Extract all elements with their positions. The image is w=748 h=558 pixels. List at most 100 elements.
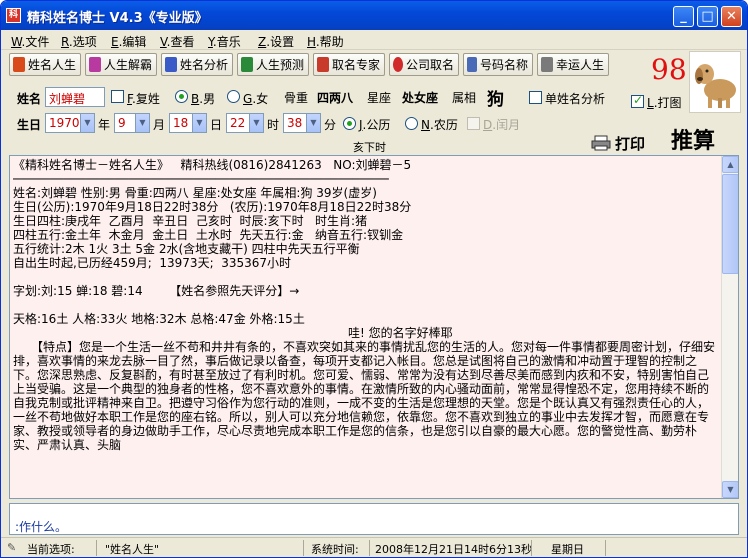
maximize-button[interactable]: □ — [697, 6, 718, 27]
menu-file[interactable]: W.文件 — [11, 33, 49, 50]
lucky-life-icon — [541, 57, 553, 72]
leap-month-checkbox[interactable] — [467, 117, 480, 130]
status-time-value: 2008年12月21日14时6分13秒 — [375, 543, 532, 556]
status-pen-icon: ✎ — [7, 541, 17, 554]
star-sign-label: 星座 — [367, 91, 392, 105]
lunar-calendar-radio[interactable] — [405, 117, 418, 130]
male-label: B.男 — [191, 92, 216, 106]
name-analysis-icon — [165, 57, 177, 72]
solar-calendar-radio[interactable] — [343, 117, 356, 130]
minimize-button[interactable]: _ — [673, 6, 694, 27]
day-select[interactable]: 18 ▼ — [169, 113, 207, 133]
name-life-icon — [13, 57, 25, 72]
title-bar[interactable]: 科 精科姓名博士 V4.3《专业版》 _ □ ✕ — [1, 1, 747, 30]
menu-edit[interactable]: E.编辑 — [111, 33, 146, 50]
menu-settings[interactable]: Z.设置 — [258, 33, 294, 50]
toolbar: 姓名人生 人生解霸 姓名分析 人生预测 取名专家 公司取名 号码名称 幸运人生 — [1, 51, 661, 79]
toolbar-life-forecast-button[interactable]: 人生预测 — [237, 53, 309, 76]
printer-icon — [591, 135, 611, 151]
notes-area[interactable]: :作什么。 — [9, 503, 739, 535]
chevron-down-icon: ▼ — [192, 114, 206, 132]
menu-view[interactable]: V.查看 — [160, 33, 195, 50]
menu-options[interactable]: R.选项 — [61, 33, 97, 50]
toolbar-lucky-life-button[interactable]: 幸运人生 — [537, 53, 609, 76]
company-naming-icon — [393, 57, 403, 72]
number-name-icon — [467, 57, 477, 72]
life-forecast-icon — [241, 57, 253, 72]
result-scrollbar[interactable]: ▲ ▼ — [721, 156, 738, 498]
status-current-label: 当前选项: — [27, 543, 75, 556]
dog-zodiac-image — [689, 51, 741, 113]
calculate-button[interactable]: 推算 — [671, 123, 715, 155]
bone-weight-label: 骨重 — [284, 91, 309, 105]
chevron-down-icon: ▼ — [135, 114, 149, 132]
print-button[interactable]: 打印 — [591, 133, 645, 154]
toolbar-naming-expert-button[interactable]: 取名专家 — [313, 53, 385, 76]
month-unit: 月 — [153, 118, 166, 132]
name-input[interactable]: 刘蝉碧 — [45, 87, 105, 107]
result-line: 姓名:刘蝉碧 性别:男 骨重:四两八 星座:处女座 年属相:狗 39岁(虚岁) — [13, 186, 377, 200]
status-time-label: 系统时间: — [311, 543, 359, 556]
hour-select[interactable]: 22 ▼ — [226, 113, 264, 133]
result-line: 自出生时起,已历经459月; 13973天; 335367小时 — [13, 256, 292, 270]
solar-calendar-label: J.公历 — [359, 118, 391, 132]
result-line: 四柱五行:金土年 木金月 金土日 土水时 先天五行:金 纳音五行:钗钏金 — [13, 228, 404, 242]
toolbar-name-analysis-button[interactable]: 姓名分析 — [161, 53, 233, 76]
dog-icon — [695, 64, 736, 108]
scroll-thumb[interactable] — [722, 174, 738, 274]
scroll-up-icon[interactable]: ▲ — [722, 156, 738, 173]
print-image-label: L.打图 — [647, 96, 682, 110]
status-divider — [96, 540, 97, 556]
lunar-calendar-label: N.农历 — [421, 118, 458, 132]
app-window: 科 精科姓名博士 V4.3《专业版》 _ □ ✕ W.文件 R.选项 E.编辑 … — [0, 0, 748, 558]
toolbar-company-naming-button[interactable]: 公司取名 — [389, 53, 459, 76]
month-select[interactable]: 9 ▼ — [114, 113, 150, 133]
toolbar-life-analysis-button[interactable]: 人生解霸 — [85, 53, 157, 76]
toolbar-name-life-button[interactable]: 姓名人生 — [9, 53, 81, 76]
hour-unit: 时 — [267, 118, 280, 132]
notes-text: :作什么。 — [15, 520, 68, 534]
zodiac-label: 属相 — [452, 91, 477, 105]
result-header: 《精科姓名博士－姓名人生》 精科热线(0816)2841263 NO:刘蝉碧－5 — [13, 158, 412, 172]
result-text: 《精科姓名博士－姓名人生》 精科热线(0816)2841263 NO:刘蝉碧－5… — [13, 158, 718, 452]
name-label: 姓名 — [17, 92, 42, 106]
status-divider — [369, 540, 370, 556]
single-name-analysis-label: 单姓名分析 — [545, 92, 606, 106]
print-image-checkbox[interactable] — [631, 93, 644, 108]
result-line: 生日四柱:庚戌年 乙酉月 辛丑日 己亥时 时辰:亥下时 时生肖:猪 — [13, 214, 368, 228]
male-radio[interactable] — [175, 90, 188, 103]
chevron-down-icon: ▼ — [80, 114, 94, 132]
minute-select[interactable]: 38 ▼ — [283, 113, 321, 133]
result-line: 天格:16土 人格:33火 地格:32木 总格:47金 外格:15土 — [13, 312, 305, 326]
status-divider — [303, 540, 304, 556]
close-button[interactable]: ✕ — [721, 6, 742, 27]
female-label: G.女 — [243, 92, 269, 106]
result-text-area[interactable]: 《精科姓名博士－姓名人生》 精科热线(0816)2841263 NO:刘蝉碧－5… — [9, 155, 739, 499]
chevron-down-icon: ▼ — [249, 114, 263, 132]
result-line: 字划:刘:15 蝉:18 碧:14 【姓名参照先天评分】→ — [13, 284, 300, 298]
result-line: 哇! 您的名字好棒耶 — [348, 326, 453, 340]
zodiac-value: 狗 — [487, 90, 504, 110]
fuxing-label: F.复姓 — [127, 92, 160, 106]
year-select[interactable]: 1970 ▼ — [45, 113, 95, 133]
result-line: 生日(公历):1970年9月18日22时38分 (农历):1970年8月18日2… — [13, 200, 412, 214]
toolbar-number-name-button[interactable]: 号码名称 — [463, 53, 533, 76]
result-line: 五行统计:2木 1火 3土 5金 2水(含地支藏干) 四柱中先天五行平衡 — [13, 242, 360, 256]
day-unit: 日 — [210, 118, 223, 132]
status-bar: ✎ 当前选项: "姓名人生" 系统时间: 2008年12月21日14时6分13秒… — [1, 537, 747, 557]
female-radio[interactable] — [227, 90, 240, 103]
single-name-analysis-checkbox[interactable] — [529, 91, 542, 104]
menu-music[interactable]: Y.音乐 — [208, 33, 241, 50]
menu-help[interactable]: H.帮助 — [307, 33, 344, 50]
birth-label: 生日 — [17, 118, 42, 132]
status-divider — [605, 540, 606, 556]
fuxing-checkbox[interactable] — [111, 90, 124, 103]
status-divider — [531, 540, 532, 556]
scroll-down-icon[interactable]: ▼ — [722, 481, 738, 498]
time-branch-label: 亥下时 — [353, 141, 386, 154]
menu-bar: W.文件 R.选项 E.编辑 V.查看 Y.音乐 Z.设置 H.帮助 — [1, 30, 747, 50]
result-paragraph: 【特点】您是一个生活一丝不苟和井井有条的，不喜欢突如其来的事情扰乱您的生活的人。… — [13, 340, 716, 452]
bone-weight-value: 四两八 — [317, 91, 354, 105]
minute-unit: 分 — [324, 118, 337, 132]
status-weekday: 星期日 — [551, 543, 584, 556]
